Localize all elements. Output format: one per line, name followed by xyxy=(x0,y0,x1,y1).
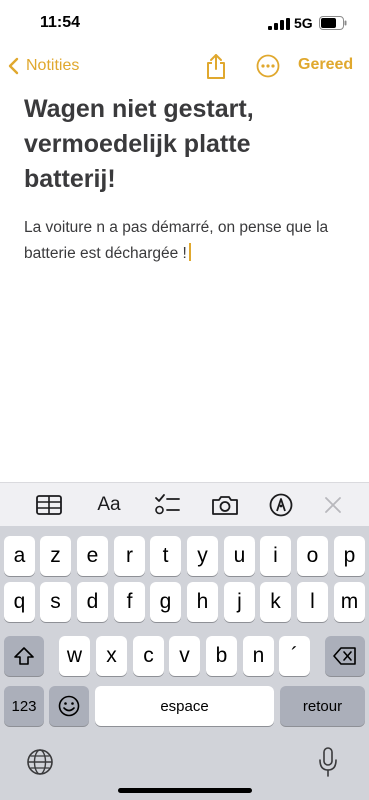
formatting-toolbar: Aa xyxy=(0,482,369,527)
note-body-text: La voiture n a pas démarré, on pense que… xyxy=(24,219,329,262)
close-toolbar-button[interactable] xyxy=(322,491,344,519)
text-cursor xyxy=(188,243,191,261)
table-icon xyxy=(36,495,62,515)
back-button[interactable]: Notities xyxy=(6,53,79,79)
key-t[interactable]: t xyxy=(150,536,181,576)
key-d[interactable]: d xyxy=(77,582,108,622)
key-u[interactable]: u xyxy=(224,536,255,576)
key-i[interactable]: i xyxy=(260,536,291,576)
key-c[interactable]: c xyxy=(133,636,164,676)
back-button-label: Notities xyxy=(26,57,80,74)
camera-button[interactable] xyxy=(211,491,239,519)
key-w[interactable]: w xyxy=(59,636,90,676)
home-indicator xyxy=(118,788,252,793)
return-key-label: retour xyxy=(302,697,343,715)
done-button[interactable]: Gereed xyxy=(298,56,353,74)
shift-key[interactable] xyxy=(4,636,44,676)
return-key[interactable]: retour xyxy=(280,686,365,726)
format-button[interactable]: Aa xyxy=(94,491,124,519)
key-h[interactable]: h xyxy=(187,582,218,622)
chevron-left-icon xyxy=(8,57,19,75)
signal-icon xyxy=(268,18,290,30)
battery-icon xyxy=(319,16,347,30)
status-time: 11:54 xyxy=(40,14,81,31)
note-title[interactable]: Wagen niet gestart, vermoedelijk platte … xyxy=(24,92,349,197)
key-p[interactable]: p xyxy=(334,536,365,576)
backspace-icon xyxy=(333,647,356,665)
key-a[interactable]: a xyxy=(4,536,35,576)
emoji-icon xyxy=(58,695,80,717)
key-m[interactable]: m xyxy=(334,582,365,622)
emoji-key[interactable] xyxy=(49,686,89,726)
space-key-label: espace xyxy=(160,697,209,715)
note-editor[interactable]: Wagen niet gestart, vermoedelijk platte … xyxy=(24,92,349,267)
keyboard: a z e r t y u i o p q s d f g h j k l m … xyxy=(0,526,369,800)
share-icon[interactable] xyxy=(204,52,228,80)
delete-key[interactable] xyxy=(325,636,365,676)
globe-icon[interactable] xyxy=(26,748,54,776)
key-v[interactable]: v xyxy=(169,636,200,676)
key-o[interactable]: o xyxy=(297,536,328,576)
key-x[interactable]: x xyxy=(96,636,127,676)
network-type: 5G xyxy=(294,15,313,31)
key-z[interactable]: z xyxy=(40,536,71,576)
navigation-bar: Notities Gereed xyxy=(0,48,369,84)
key-k[interactable]: k xyxy=(260,582,291,622)
format-icon: Aa xyxy=(97,494,121,515)
key-q[interactable]: q xyxy=(4,582,35,622)
markup-button[interactable] xyxy=(269,491,293,519)
key-y[interactable]: y xyxy=(187,536,218,576)
key-e[interactable]: e xyxy=(77,536,108,576)
key-b[interactable]: b xyxy=(206,636,237,676)
checklist-button[interactable] xyxy=(154,491,180,519)
more-options-icon[interactable] xyxy=(256,54,280,78)
table-button[interactable] xyxy=(36,491,62,519)
numbers-key[interactable]: 123 xyxy=(4,686,44,726)
key-n[interactable]: n xyxy=(243,636,274,676)
space-key[interactable]: espace xyxy=(95,686,274,726)
camera-icon xyxy=(212,496,238,515)
markup-icon xyxy=(269,493,293,517)
status-bar: 11:54 5G xyxy=(0,0,369,48)
close-icon xyxy=(325,497,341,513)
key-r[interactable]: r xyxy=(114,536,145,576)
shift-icon xyxy=(14,647,34,665)
key-s[interactable]: s xyxy=(40,582,71,622)
key-j[interactable]: j xyxy=(224,582,255,622)
numbers-key-label: 123 xyxy=(11,697,37,715)
key-acute[interactable]: ´ xyxy=(279,636,310,676)
key-l[interactable]: l xyxy=(297,582,328,622)
key-f[interactable]: f xyxy=(114,582,145,622)
checklist-icon xyxy=(155,494,180,515)
key-g[interactable]: g xyxy=(150,582,181,622)
note-body[interactable]: La voiture n a pas démarré, on pense que… xyxy=(24,215,349,267)
microphone-icon[interactable] xyxy=(316,746,340,778)
